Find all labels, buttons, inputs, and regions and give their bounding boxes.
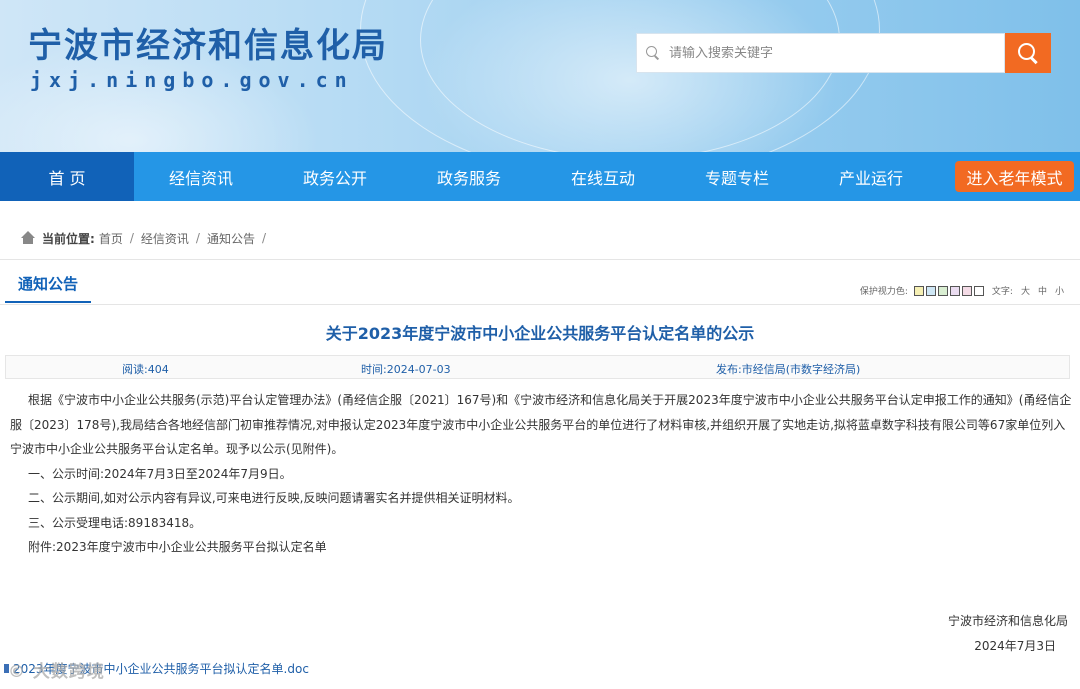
search-button[interactable] bbox=[1005, 33, 1051, 73]
breadcrumb-notices[interactable]: 通知公告 bbox=[207, 230, 255, 247]
eye-color-swatch-1[interactable] bbox=[913, 285, 924, 296]
article-item: 二、公示期间,如对公示内容有异议,可来电进行反映,反映问题请署实名并提供相关证明… bbox=[28, 491, 520, 505]
eye-care-label: 保护视力色: bbox=[859, 287, 908, 297]
header-banner: 宁波市经济和信息化局 jxj.ningbo.gov.cn bbox=[0, 0, 1080, 152]
breadcrumb-separator: / bbox=[261, 231, 266, 245]
nav-item-gov-info[interactable]: 政务公开 bbox=[268, 152, 402, 201]
eye-color-swatch-4[interactable] bbox=[949, 285, 960, 296]
signature-org: 宁波市经济和信息化局 bbox=[947, 614, 1068, 628]
nav-item-topics[interactable]: 专题专栏 bbox=[670, 152, 804, 201]
breadcrumb: 当前位置: 首页 / 经信资讯 / 通知公告 / bbox=[20, 229, 273, 247]
article-paragraph: 根据《宁波市中小企业公共服务(示范)平台认定管理办法》(甬经信企服〔2021〕1… bbox=[10, 393, 1072, 456]
breadcrumb-separator: / bbox=[129, 231, 134, 245]
font-size-small[interactable]: 小 bbox=[1055, 284, 1064, 297]
article-time: 时间:2024-07-03 bbox=[361, 363, 451, 376]
eye-color-swatch-5[interactable] bbox=[961, 285, 972, 296]
nav-item-interaction[interactable]: 在线互动 bbox=[536, 152, 670, 201]
search-box[interactable] bbox=[636, 33, 1005, 73]
breadcrumb-news[interactable]: 经信资讯 bbox=[141, 230, 189, 247]
article-title: 关于2023年度宁波市中小企业公共服务平台认定名单的公示 bbox=[325, 324, 755, 343]
nav-item-industry[interactable]: 产业运行 bbox=[804, 152, 938, 201]
article-item: 一、公示时间:2024年7月3日至2024年7月9日。 bbox=[28, 466, 292, 481]
signature-date: 2024年7月3日 bbox=[974, 639, 1056, 653]
search-icon bbox=[1017, 42, 1039, 64]
elder-mode-button[interactable]: 进入老年模式 bbox=[955, 161, 1074, 192]
eye-color-swatch-3[interactable] bbox=[937, 285, 948, 296]
article-views: 阅读:404 bbox=[122, 363, 169, 376]
article-item: 三、公示受理电话:89183418。 bbox=[28, 515, 202, 530]
breadcrumb-separator: / bbox=[195, 231, 200, 245]
breadcrumb-label: 当前位置: bbox=[42, 231, 95, 246]
watermark: © 大数跨境 bbox=[8, 662, 105, 682]
eye-color-swatch-2[interactable] bbox=[925, 285, 936, 296]
section-title: 通知公告 bbox=[5, 273, 91, 303]
article-item: 附件:2023年度宁波市中小企业公共服务平台拟认定名单 bbox=[28, 540, 327, 554]
search-input[interactable] bbox=[669, 45, 989, 61]
reading-tools: 保护视力色: 文字: 大 中 小 bbox=[860, 284, 1064, 297]
eye-color-swatch-6[interactable] bbox=[973, 285, 984, 296]
article-body: 根据《宁波市中小企业公共服务(示范)平台认定管理办法》(甬经信企服〔2021〕1… bbox=[10, 388, 1072, 560]
site-title[interactable]: 宁波市经济和信息化局 bbox=[28, 18, 388, 67]
home-icon bbox=[20, 231, 36, 245]
divider bbox=[0, 304, 1080, 305]
article-meta: 阅读:404 时间:2024-07-03 发布:市经信局(市数字经济局) bbox=[5, 355, 1070, 379]
search-icon bbox=[645, 45, 661, 61]
main-nav: 首 页 经信资讯 政务公开 政务服务 在线互动 专题专栏 产业运行 bbox=[0, 152, 1080, 201]
site-domain: jxj.ningbo.gov.cn bbox=[30, 68, 354, 92]
font-size-label: 文字: bbox=[991, 287, 1013, 297]
font-size-medium[interactable]: 中 bbox=[1038, 284, 1047, 297]
breadcrumb-home[interactable]: 首页 bbox=[99, 230, 123, 247]
nav-item-home[interactable]: 首 页 bbox=[0, 152, 134, 201]
divider bbox=[0, 259, 1080, 260]
article-publisher: 发布:市经信局(市数字经济局) bbox=[716, 363, 861, 376]
nav-item-news[interactable]: 经信资讯 bbox=[134, 152, 268, 201]
font-size-large[interactable]: 大 bbox=[1021, 284, 1030, 297]
nav-item-services[interactable]: 政务服务 bbox=[402, 152, 536, 201]
